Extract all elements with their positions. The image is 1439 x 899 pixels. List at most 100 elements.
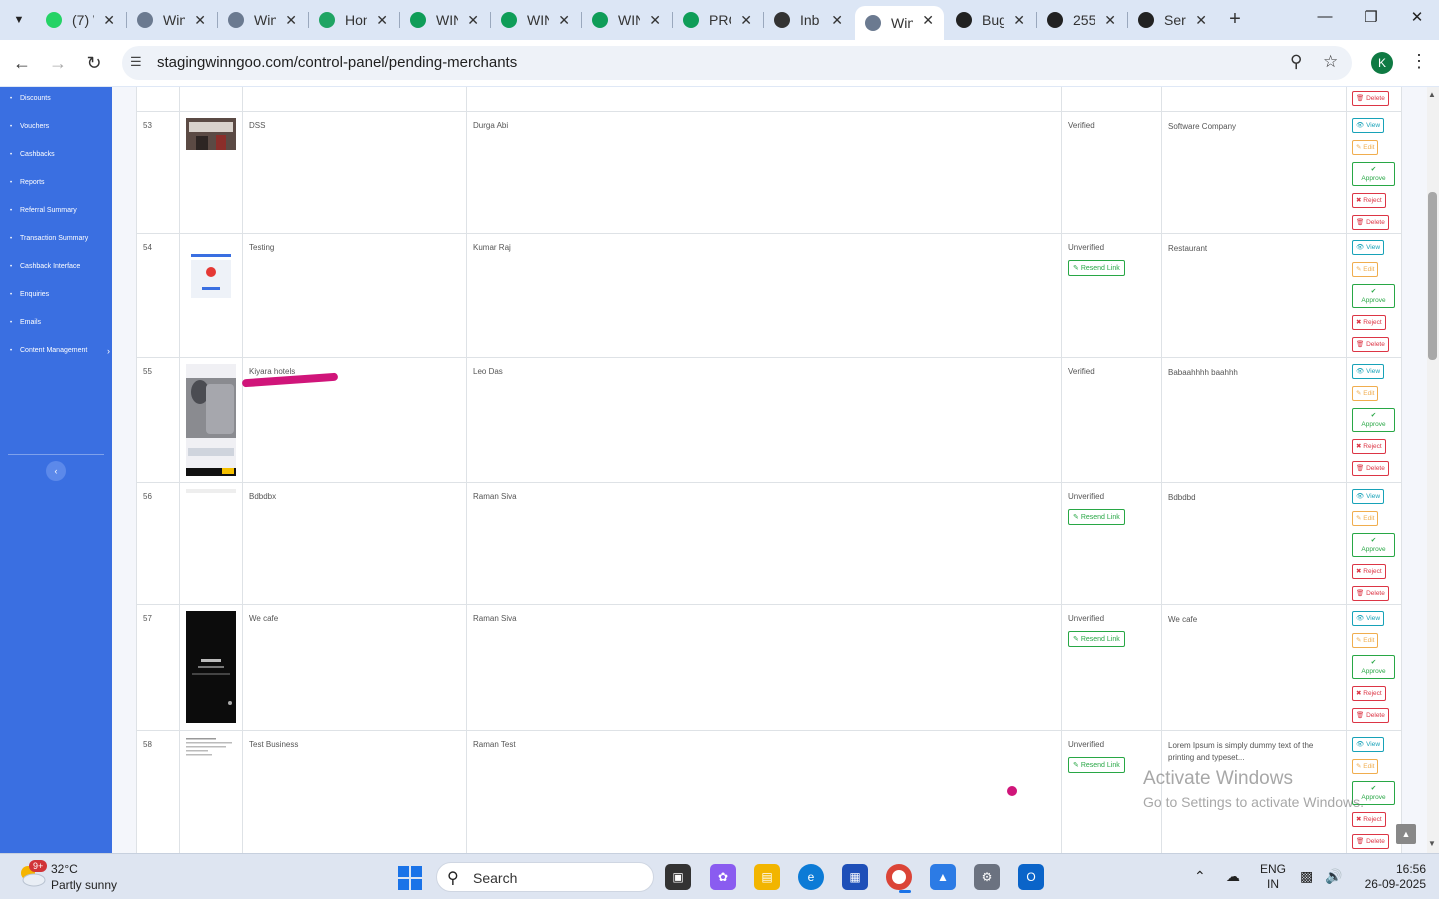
browser-tab[interactable]: Win ✕	[855, 6, 944, 40]
chrome-icon[interactable]	[886, 864, 912, 893]
approve-button[interactable]: ✔ Approve	[1352, 284, 1395, 308]
close-tab-icon[interactable]: ✕	[467, 12, 479, 29]
edit-button[interactable]: ✎ Edit	[1352, 511, 1379, 526]
sidebar-item[interactable]: • Cashbacks	[10, 151, 110, 158]
merchant-thumbnail[interactable]	[186, 489, 236, 493]
sidebar-item[interactable]: • Referral Summary	[10, 207, 110, 214]
microsoft-store-icon[interactable]: ▦	[842, 864, 868, 890]
browser-tab[interactable]: (7) W ✕	[36, 6, 125, 34]
reject-button[interactable]: ✖ Reject	[1352, 686, 1386, 701]
edit-button[interactable]: ✎ Edit	[1352, 140, 1379, 155]
maximize-button[interactable]: ❐	[1356, 8, 1386, 26]
close-tab-icon[interactable]: ✕	[649, 12, 661, 29]
address-bar[interactable]: ☰ stagingwinngoo.com/control-panel/pendi…	[122, 46, 1352, 80]
browser-tab[interactable]: Ser ✕	[1128, 6, 1217, 34]
view-button[interactable]: 👁 View	[1352, 364, 1385, 379]
resend-link-button[interactable]: ✎ Resend Link	[1068, 509, 1125, 525]
reject-button[interactable]: ✖ Reject	[1352, 812, 1386, 827]
file-explorer-icon[interactable]: ▤	[754, 864, 780, 890]
sidebar-item[interactable]: • Reports	[10, 179, 110, 186]
view-button[interactable]: 👁 View	[1352, 489, 1385, 504]
task-view-icon[interactable]: ▣	[665, 864, 691, 890]
onedrive-cloud-icon[interactable]: ☁	[1226, 868, 1240, 885]
approve-button[interactable]: ✔ Approve	[1352, 655, 1395, 679]
edit-button[interactable]: ✎ Edit	[1352, 633, 1379, 648]
sidebar-item[interactable]: • Enquiries	[10, 291, 110, 298]
close-tab-icon[interactable]: ✕	[285, 12, 297, 29]
close-tab-icon[interactable]: ✕	[103, 12, 115, 29]
sidebar-collapse-button[interactable]: ‹	[46, 461, 66, 481]
copilot-icon[interactable]: ✿	[710, 864, 736, 890]
photos-icon[interactable]: ▲	[930, 864, 956, 890]
minimize-button[interactable]: —	[1310, 8, 1340, 25]
reject-button[interactable]: ✖ Reject	[1352, 439, 1386, 454]
taskbar-search[interactable]: ⚲ Search	[436, 862, 654, 892]
delete-button[interactable]: 🗑 Delete	[1352, 461, 1389, 476]
sidebar-item[interactable]: • Emails	[10, 319, 110, 326]
settings-gear-icon[interactable]: ⚙	[974, 864, 1000, 890]
close-tab-icon[interactable]: ✕	[1013, 12, 1025, 29]
scrollbar-thumb[interactable]	[1428, 192, 1437, 360]
browser-tab[interactable]: Bug ✕	[946, 6, 1035, 34]
back-to-top-button[interactable]: ▲	[1396, 824, 1416, 844]
close-tab-icon[interactable]: ✕	[922, 12, 934, 29]
delete-button[interactable]: 🗑 Delete	[1352, 708, 1389, 723]
profile-avatar[interactable]: K	[1371, 52, 1393, 74]
tab-search-button[interactable]: ▼	[6, 8, 32, 32]
delete-button[interactable]: 🗑 Delete	[1352, 337, 1389, 352]
browser-tab[interactable]: Hon ✕	[309, 6, 398, 34]
volume-icon[interactable]: 🔊	[1325, 868, 1342, 885]
new-tab-button[interactable]: +	[1224, 8, 1246, 32]
chevron-up-icon[interactable]: ⌃	[1194, 868, 1206, 885]
merchant-thumbnail[interactable]	[186, 118, 236, 150]
sidebar-item[interactable]: • Content Management ›	[10, 346, 110, 356]
delete-button[interactable]: 🗑 Delete	[1352, 91, 1389, 106]
approve-button[interactable]: ✔ Approve	[1352, 533, 1395, 557]
edit-button[interactable]: ✎ Edit	[1352, 262, 1379, 277]
outlook-icon[interactable]: O	[1018, 864, 1044, 890]
delete-button[interactable]: 🗑 Delete	[1352, 586, 1389, 601]
reload-icon[interactable]: ↻	[81, 50, 107, 76]
browser-menu-icon[interactable]: ⋮	[1410, 51, 1428, 72]
taskbar-clock[interactable]: 16:56 26-09-2025	[1356, 862, 1426, 892]
sidebar-item[interactable]: • Vouchers	[10, 123, 110, 130]
forward-arrow-icon[interactable]: →	[45, 50, 71, 76]
edit-button[interactable]: ✎ Edit	[1352, 386, 1379, 401]
network-icon[interactable]: ▩	[1300, 868, 1313, 885]
language-indicator[interactable]: ENG IN	[1260, 862, 1286, 892]
merchant-thumbnail[interactable]	[186, 611, 236, 723]
delete-button[interactable]: 🗑 Delete	[1352, 215, 1389, 230]
sidebar-item[interactable]: • Transaction Summary	[10, 235, 110, 242]
windows-start-icon[interactable]	[398, 866, 422, 890]
sidebar-item[interactable]: • Cashback Interface	[10, 263, 110, 270]
edge-icon[interactable]: e	[798, 864, 824, 890]
close-tab-icon[interactable]: ✕	[558, 12, 570, 29]
bookmark-star-icon[interactable]: ☆	[1323, 52, 1338, 72]
view-button[interactable]: 👁 View	[1352, 118, 1385, 133]
scroll-up-arrow-icon[interactable]: ▲	[1428, 90, 1436, 99]
sidebar-item[interactable]: • Discounts	[10, 95, 110, 102]
resend-link-button[interactable]: ✎ Resend Link	[1068, 260, 1125, 276]
browser-tab[interactable]: Win ✕	[127, 6, 216, 34]
merchant-thumbnail[interactable]	[186, 240, 236, 300]
merchant-thumbnail[interactable]	[186, 364, 236, 476]
close-tab-icon[interactable]: ✕	[376, 12, 388, 29]
browser-tab[interactable]: WIN ✕	[582, 6, 671, 34]
approve-button[interactable]: ✔ Approve	[1352, 408, 1395, 432]
view-button[interactable]: 👁 View	[1352, 240, 1385, 255]
view-button[interactable]: 👁 View	[1352, 737, 1385, 752]
reject-button[interactable]: ✖ Reject	[1352, 315, 1386, 330]
approve-button[interactable]: ✔ Approve	[1352, 162, 1395, 186]
resend-link-button[interactable]: ✎ Resend Link	[1068, 757, 1125, 773]
zoom-icon[interactable]: ⚲	[1290, 52, 1302, 72]
browser-tab[interactable]: 255 ✕	[1037, 6, 1126, 34]
close-tab-icon[interactable]: ✕	[1104, 12, 1116, 29]
reject-button[interactable]: ✖ Reject	[1352, 193, 1386, 208]
close-tab-icon[interactable]: ✕	[740, 12, 752, 29]
browser-tab[interactable]: PRC ✕	[673, 6, 762, 34]
site-settings-icon[interactable]: ☰	[130, 54, 142, 70]
view-button[interactable]: 👁 View	[1352, 611, 1385, 626]
close-tab-icon[interactable]: ✕	[194, 12, 206, 29]
browser-tab[interactable]: WIN ✕	[491, 6, 580, 34]
close-window-button[interactable]: ✕	[1402, 8, 1432, 26]
